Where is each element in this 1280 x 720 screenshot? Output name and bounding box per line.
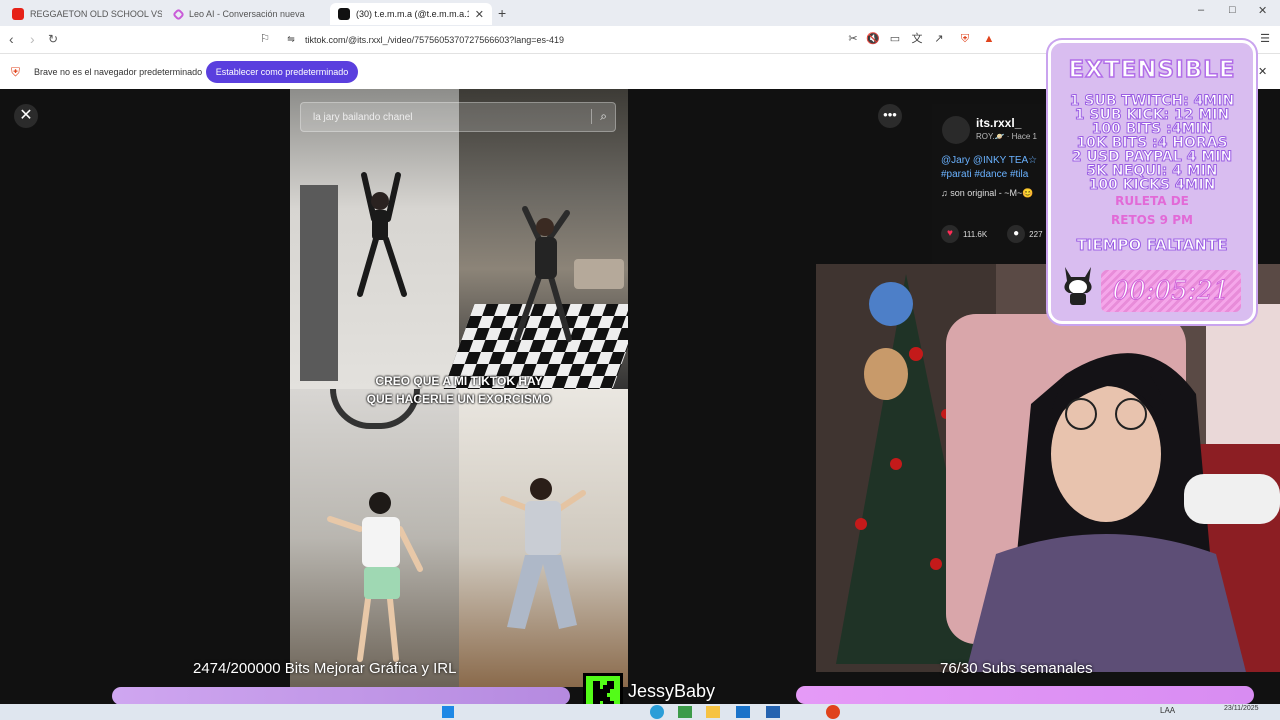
post-hashtags[interactable]: #parati #dance #tila <box>941 169 1028 180</box>
post-mentions[interactable]: @Jary @INKY TEA☆ <box>941 155 1037 166</box>
tab-tiktok-active[interactable]: (30) t.e.m.m.a (@t.e.m.m.a.11) ✕ <box>330 3 492 25</box>
language-indicator[interactable]: LAA <box>1160 706 1175 715</box>
overlay-rule: 100 BITS :4MIN <box>1091 121 1213 137</box>
brave-taskbar-icon[interactable] <box>826 705 840 719</box>
video-caption-line-2: QUE HACERLE UN EXORCISMO <box>366 392 552 406</box>
video-frame-bottom-left <box>290 389 459 687</box>
overlay-rule: 1 SUB KICK: 12 MIN <box>1074 107 1230 123</box>
app-icon[interactable] <box>766 706 780 718</box>
countdown-timer: 00:05:21 <box>1101 270 1241 312</box>
folder-icon[interactable] <box>706 706 720 718</box>
post-username[interactable]: its.rxxl_ <box>976 116 1021 130</box>
close-tab-icon[interactable]: ✕ <box>475 8 484 21</box>
menu-icon[interactable]: ☰ <box>1258 32 1272 46</box>
translate-icon[interactable]: 文 <box>910 32 924 46</box>
video-frame-top-right <box>443 89 628 389</box>
site-info-icon[interactable]: ⇋ <box>284 32 298 46</box>
overlay-ruleta-line-1: RULETA DE <box>1115 194 1189 208</box>
bits-goal-bar <box>112 687 570 705</box>
post-sound[interactable]: ♫ son original - ~M~😊 <box>941 188 1034 199</box>
close-video-button[interactable]: ✕ <box>14 104 38 128</box>
bookmark-icon[interactable]: ⚐ <box>258 32 272 46</box>
speaker-off-icon[interactable]: 🔇 <box>866 32 880 46</box>
overlay-tiempo-label: TIEMPO FALTANTE <box>1076 236 1228 254</box>
set-default-button[interactable]: Establecer como predeterminado <box>206 61 358 83</box>
edge-icon[interactable] <box>650 705 664 719</box>
tab-youtube[interactable]: REGGAETON OLD SCHOOL VS A... <box>4 3 162 25</box>
search-icon[interactable]: ⌕ <box>591 109 607 124</box>
avatar[interactable] <box>942 116 970 144</box>
overlay-rule: 100 KICKS 4MIN <box>1088 177 1216 193</box>
search-input[interactable]: la jary bailando chanel <box>313 112 413 123</box>
tiktok-icon <box>338 8 350 20</box>
more-options-button[interactable]: ••• <box>878 104 902 128</box>
infobar-message: Brave no es el navegador predeterminado <box>34 67 203 77</box>
overlay-rule: 2 USD PAYPAL 4 MIN <box>1071 149 1233 165</box>
windows-start-icon[interactable] <box>442 706 454 718</box>
video-frame-top-left <box>290 89 459 389</box>
brave-rewards-icon[interactable]: ▲ <box>982 32 996 46</box>
video-caption-line-1: CREO QUE A MI TIKTOK HAY <box>375 374 543 388</box>
search-bar[interactable]: la jary bailando chanel ⌕ <box>300 102 616 132</box>
subs-goal-bar <box>796 686 1254 704</box>
tab-label: REGGAETON OLD SCHOOL VS A... <box>30 9 162 19</box>
overlay-rule: 1 SUB TWITCH: 4MIN <box>1069 93 1235 109</box>
mail-icon[interactable] <box>736 706 750 718</box>
forward-icon[interactable]: › <box>30 31 35 47</box>
store-icon[interactable] <box>678 706 692 718</box>
like-count: 111.6K <box>963 229 988 239</box>
subs-goal-label: 76/30 Subs semanales <box>940 660 1093 677</box>
extensible-overlay-card: EXTENSIBLE 1 SUB TWITCH: 4MIN 1 SUB KICK… <box>1048 40 1256 324</box>
webcam-feed <box>816 264 1280 672</box>
overlay-title: EXTENSIBLE <box>1068 56 1236 84</box>
engagement-row: ♥ 111.6K ● 227 <box>941 225 1043 243</box>
address-input[interactable]: tiktok.com/@its.rxxl_/video/757560537072… <box>305 32 845 48</box>
new-tab-button[interactable]: + <box>498 5 506 21</box>
brave-shield-icon: ⛨ <box>11 65 21 79</box>
overlay-rule: 10K BITS :4 HORAS <box>1076 135 1228 151</box>
brave-shield-icon[interactable]: ⛨ <box>958 32 972 46</box>
leo-ai-icon <box>172 7 185 21</box>
comment-icon[interactable]: ● <box>1007 225 1026 243</box>
picture-in-picture-icon[interactable]: ▭ <box>888 32 902 46</box>
youtube-icon <box>12 8 24 20</box>
video-frame-bottom-right <box>459 389 628 687</box>
overlay-rule: 5K NEQUI: 4 MIN <box>1086 163 1218 179</box>
taskbar <box>0 704 1280 720</box>
kuromi-icon <box>1064 267 1092 305</box>
infobar-close-icon[interactable]: ✕ <box>1258 65 1267 78</box>
heart-icon[interactable]: ♥ <box>941 225 959 243</box>
reload-icon[interactable]: ↻ <box>48 32 58 46</box>
video-player[interactable] <box>290 89 628 687</box>
tab-bar: REGGAETON OLD SCHOOL VS A... Leo AI - Co… <box>0 0 1280 26</box>
kick-username: JessyBaby <box>628 681 716 701</box>
comment-count: 227 <box>1029 229 1043 239</box>
overlay-ruleta-line-2: RETOS 9 PM <box>1111 213 1193 227</box>
close-window-button[interactable]: ✕ <box>1258 4 1267 17</box>
share-icon[interactable]: ↗ <box>932 32 946 46</box>
mute-icon[interactable]: ✂ <box>846 32 860 46</box>
post-nickname-time: ROY.🪐 · Hace 1 <box>976 132 1037 141</box>
taskbar-date[interactable]: 23/11/2025 <box>1224 705 1259 712</box>
maximize-button[interactable]: □ <box>1229 4 1236 16</box>
bits-goal-label: 2474/200000 Bits Mejorar Gráfica y IRL <box>193 660 457 677</box>
tab-label: Leo AI - Conversación nueva <box>189 9 305 19</box>
minimize-button[interactable]: – <box>1198 4 1204 16</box>
back-icon[interactable]: ‹ <box>9 31 14 47</box>
tab-label: (30) t.e.m.m.a (@t.e.m.m.a.11) <box>356 9 469 19</box>
tab-leo-ai[interactable]: Leo AI - Conversación nueva <box>166 3 326 25</box>
